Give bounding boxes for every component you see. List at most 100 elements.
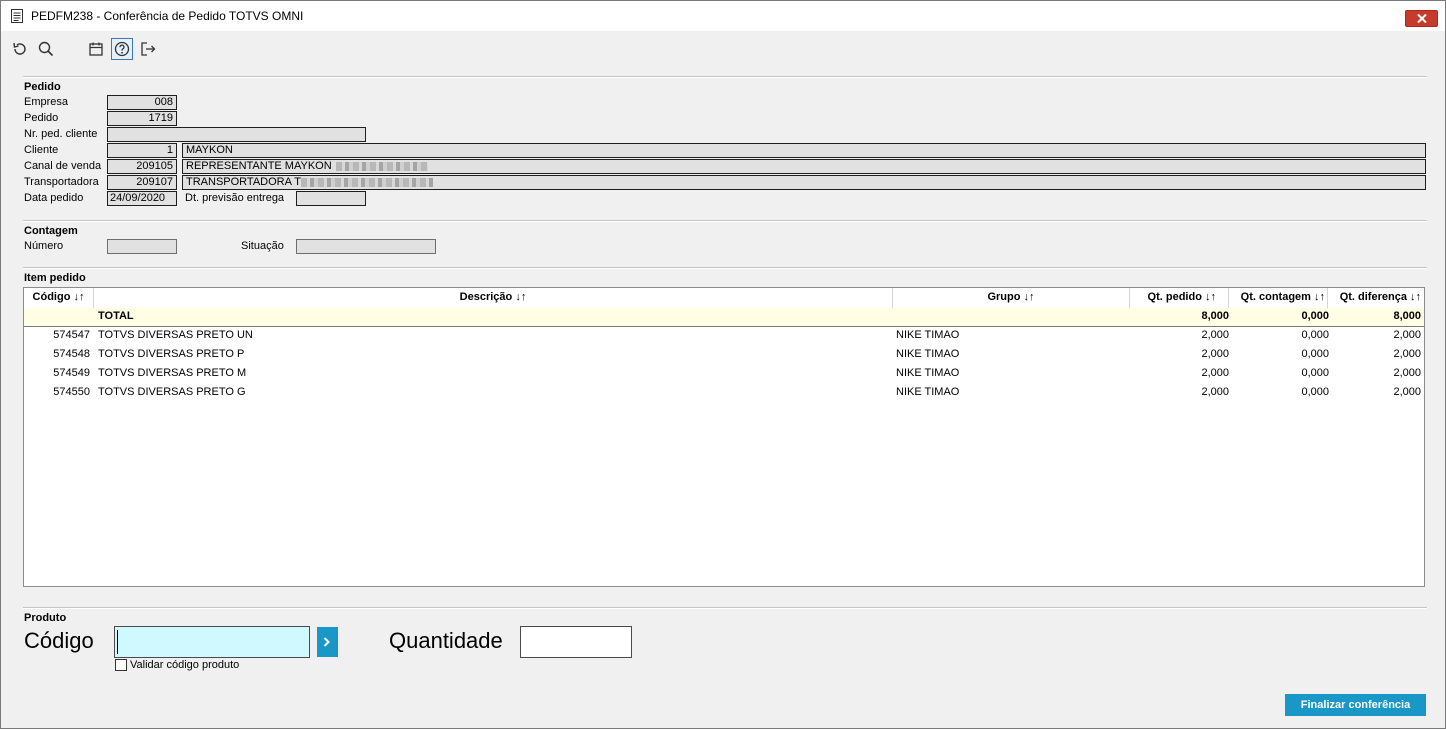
situacao-label: Situação (241, 240, 284, 252)
calendar-icon (89, 42, 103, 56)
col-qt-pedido-header[interactable]: Qt. pedido ↓↑ (1130, 288, 1229, 308)
separator (23, 607, 1427, 609)
cell-codigo: 574547 (53, 329, 90, 341)
app-window: PEDFM238 - Conferência de Pedido TOTVS O… (0, 0, 1446, 729)
toolbar (1, 34, 1445, 64)
cell-qt-contagem: 0,000 (1301, 367, 1329, 379)
codigo-produto-input[interactable] (114, 626, 310, 658)
cell-qt-diferenca: 2,000 (1393, 367, 1421, 379)
canal-venda-label: Canal de venda (24, 160, 102, 172)
items-grid: Código ↓↑ Descrição ↓↑ Grupo ↓↑ Qt. pedi… (23, 287, 1425, 587)
close-icon (1417, 14, 1427, 23)
close-button[interactable] (1405, 10, 1438, 27)
title-bar: PEDFM238 - Conferência de Pedido TOTVS O… (1, 1, 1445, 31)
transportadora-name-field: TRANSPORTADORA T (182, 175, 1426, 190)
col-grupo-header[interactable]: Grupo ↓↑ (893, 288, 1130, 308)
table-row[interactable]: 574549 TOTVS DIVERSAS PRETO M NIKE TIMAO… (24, 364, 1424, 383)
cell-grupo: NIKE TIMAO (896, 386, 960, 398)
separator (23, 267, 1427, 269)
cell-qt-contagem: 0,000 (1301, 348, 1329, 360)
total-qt-contagem: 0,000 (1301, 310, 1329, 322)
refresh-icon (13, 42, 26, 55)
cell-qt-pedido: 2,000 (1201, 367, 1229, 379)
col-descricao-header[interactable]: Descrição ↓↑ (94, 288, 893, 308)
cell-codigo: 574550 (53, 386, 90, 398)
cell-qt-contagem: 0,000 (1301, 386, 1329, 398)
chevron-right-icon (323, 637, 330, 647)
cell-grupo: NIKE TIMAO (896, 367, 960, 379)
cell-qt-diferenca: 2,000 (1393, 386, 1421, 398)
table-row[interactable]: 574547 TOTVS DIVERSAS PRETO UN NIKE TIMA… (24, 326, 1424, 345)
contagem-section-title: Contagem (24, 225, 78, 237)
refresh-button[interactable] (9, 38, 31, 60)
total-row: TOTAL 8,000 0,000 8,000 (24, 308, 1424, 327)
cliente-code-field[interactable]: 1 (107, 143, 177, 158)
cell-codigo: 574548 (53, 348, 90, 360)
numero-label: Número (24, 240, 64, 252)
codigo-produto-label: Código (24, 628, 94, 653)
cell-grupo: NIKE TIMAO (896, 329, 960, 341)
quantidade-label: Quantidade (389, 628, 503, 653)
document-icon (11, 9, 23, 23)
grid-header: Código ↓↑ Descrição ↓↑ Grupo ↓↑ Qt. pedi… (24, 288, 1424, 309)
canal-venda-name-field: REPRESENTANTE MAYKON (182, 159, 1426, 174)
data-pedido-field[interactable]: 24/09/2020 (107, 191, 177, 206)
confirm-codigo-button[interactable] (317, 627, 338, 657)
cell-qt-pedido: 2,000 (1201, 386, 1229, 398)
window-title: PEDFM238 - Conferência de Pedido TOTVS O… (31, 9, 304, 23)
cell-qt-pedido: 2,000 (1201, 348, 1229, 360)
numero-field (107, 239, 177, 254)
help-icon (114, 41, 130, 57)
cell-qt-diferenca: 2,000 (1393, 329, 1421, 341)
cell-grupo: NIKE TIMAO (896, 348, 960, 360)
pedido-field[interactable]: 1719 (107, 111, 177, 126)
cell-codigo: 574549 (53, 367, 90, 379)
total-label: TOTAL (98, 310, 134, 322)
col-qt-contagem-header[interactable]: Qt. contagem ↓↑ (1229, 288, 1328, 308)
cell-descricao: TOTVS DIVERSAS PRETO UN (98, 329, 253, 341)
redacted-text (300, 177, 433, 187)
validar-codigo-checkbox[interactable] (115, 659, 127, 671)
exit-button[interactable] (137, 38, 159, 60)
validar-codigo-label[interactable]: Validar código produto (130, 659, 239, 671)
table-row[interactable]: 574550 TOTVS DIVERSAS PRETO G NIKE TIMAO… (24, 383, 1424, 402)
canal-venda-name-text: REPRESENTANTE MAYKON (186, 160, 332, 172)
total-qt-pedido: 8,000 (1201, 310, 1229, 322)
cliente-label: Cliente (24, 144, 59, 156)
item-pedido-section-title: Item pedido (24, 272, 86, 284)
separator (23, 76, 1427, 78)
help-button[interactable] (111, 38, 133, 60)
redacted-text (335, 161, 428, 171)
empresa-field[interactable]: 008 (107, 95, 177, 110)
nr-ped-cliente-field[interactable] (107, 127, 366, 142)
cell-descricao: TOTVS DIVERSAS PRETO P (98, 348, 245, 360)
cell-descricao: TOTVS DIVERSAS PRETO G (98, 386, 246, 398)
produto-section-title: Produto (24, 612, 67, 624)
col-qt-diferenca-header[interactable]: Qt. diferença ↓↑ (1328, 288, 1424, 308)
pedido-label: Pedido (24, 112, 59, 124)
pedido-section-title: Pedido (24, 81, 61, 93)
table-row[interactable]: 574548 TOTVS DIVERSAS PRETO P NIKE TIMAO… (24, 345, 1424, 364)
transportadora-code-field[interactable]: 209107 (107, 175, 177, 190)
cliente-name-field: MAYKON (182, 143, 1426, 158)
transportadora-label: Transportadora (24, 176, 99, 188)
quantidade-input[interactable] (520, 626, 632, 658)
calendar-button[interactable] (85, 38, 107, 60)
dt-previsao-field[interactable] (296, 191, 366, 206)
data-pedido-label: Data pedido (24, 192, 84, 204)
col-codigo-header[interactable]: Código ↓↑ (24, 288, 94, 308)
situacao-field (296, 239, 436, 254)
transportadora-name-text: TRANSPORTADORA T (186, 176, 301, 188)
nr-ped-cliente-label: Nr. ped. cliente (24, 128, 98, 140)
total-qt-diferenca: 8,000 (1393, 310, 1421, 322)
cell-qt-contagem: 0,000 (1301, 329, 1329, 341)
cell-qt-diferenca: 2,000 (1393, 348, 1421, 360)
search-button[interactable] (35, 38, 57, 60)
finalizar-conferencia-button[interactable]: Finalizar conferência (1285, 694, 1426, 716)
search-icon (38, 41, 54, 57)
canal-venda-code-field[interactable]: 209105 (107, 159, 177, 174)
exit-icon (141, 42, 156, 56)
cell-qt-pedido: 2,000 (1201, 329, 1229, 341)
dt-previsao-label: Dt. previsão entrega (185, 192, 285, 204)
empresa-label: Empresa (24, 96, 69, 108)
